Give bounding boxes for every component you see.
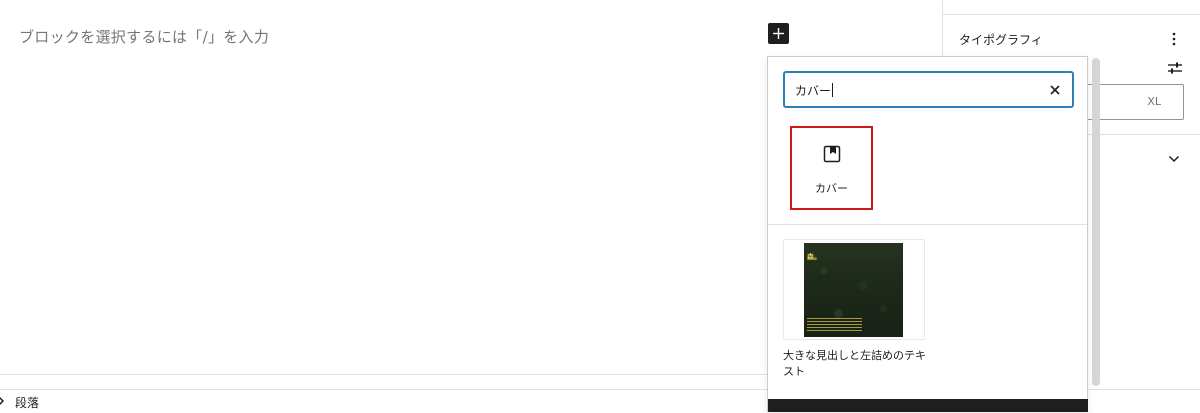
typography-options-menu-button[interactable] [1165,28,1183,50]
pattern-preview: 森。 [783,239,925,340]
more-vertical-icon [1172,32,1176,46]
sidebar-divider [943,14,1200,15]
font-size-custom-toggle[interactable] [1165,58,1185,78]
typography-panel-title: タイポグラフィ [959,33,1043,47]
breadcrumb-arrow-icon [0,396,5,406]
breadcrumb-paragraph[interactable]: 段落 [15,394,39,411]
inserter-divider [768,224,1087,225]
pattern-option[interactable]: 森。 大きな見出しと左詰めのテキスト [783,239,926,380]
clear-search-button[interactable] [1048,83,1062,97]
plus-icon [773,28,784,39]
cover-icon [823,145,841,163]
block-search-input[interactable]: カバー [783,71,1074,108]
inserter-footer-bar [768,399,1088,412]
search-input-value: カバー [795,84,832,98]
sliders-icon [1168,62,1182,74]
inserter-scrollbar[interactable] [1092,58,1100,386]
pattern-preview-title: 森。 [807,253,821,261]
block-option-cover[interactable]: カバー [790,126,873,210]
text-caret [832,83,834,97]
close-icon [1050,85,1060,95]
pattern-label: 大きな見出しと左詰めのテキスト [783,349,926,378]
chevron-down-icon [1168,155,1180,163]
inserter-toggle-button[interactable] [768,23,789,44]
pattern-preview-text-lines [807,316,862,331]
search-value-wrap: カバー [795,82,834,99]
pattern-preview-image: 森。 [804,243,903,337]
font-size-xl-label: XL [1147,95,1161,108]
block-inserter-popover: カバー カバー 森。 大きな見出しと左詰めのテキスト [767,56,1088,412]
block-placeholder[interactable]: ブロックを選択するには「/」を入力 [19,26,269,47]
panel-expand-toggle[interactable] [1165,150,1183,168]
block-option-label: カバー [815,182,848,195]
